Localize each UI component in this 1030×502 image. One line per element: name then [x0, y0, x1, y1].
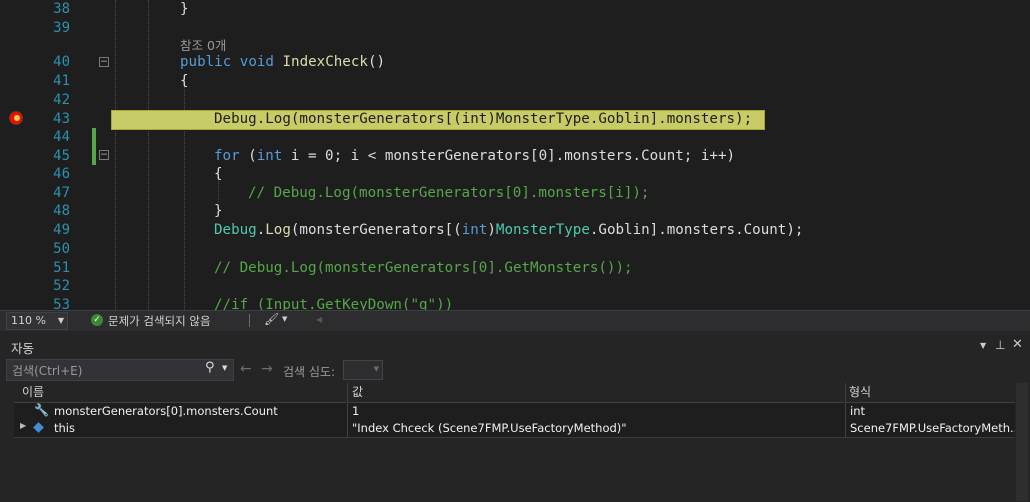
issues-status-text[interactable]: 문제가 검색되지 않음 [108, 313, 211, 329]
wrench-property-icon: 🔧 [34, 403, 49, 417]
line-number: 50 [53, 241, 70, 257]
indent-guide [148, 0, 149, 310]
search-depth-label: 검색 심도: [283, 365, 336, 379]
line-number: 52 [53, 278, 70, 294]
code-line-41[interactable]: { [180, 72, 189, 90]
line-number: 47 [53, 185, 70, 201]
line-number: 40 [53, 54, 70, 70]
code-line-46[interactable]: { [214, 165, 223, 183]
code-cleanup-brush-icon[interactable]: 🖌 [264, 312, 279, 326]
separator [249, 314, 250, 327]
code-line-48[interactable]: } [214, 202, 223, 220]
code-line-51[interactable]: // Debug.Log(monsterGenerators[0].GetMon… [214, 259, 633, 277]
search-input[interactable]: 검색(Ctrl+E) [12, 362, 82, 379]
check-circle-icon: ✓ [91, 314, 103, 326]
search-forward-arrow-icon[interactable]: → [261, 361, 273, 377]
change-marker [92, 128, 96, 165]
object-cube-icon [33, 422, 44, 433]
code-line-43[interactable]: Debug.Log(monsterGenerators[(int)Monster… [214, 110, 752, 128]
chevron-down-icon: ▼ [57, 316, 64, 325]
line-number: 48 [53, 203, 70, 219]
line-number: 38 [53, 1, 70, 17]
collapse-toggle-method[interactable]: − [99, 57, 109, 67]
row-value[interactable]: 1 [352, 403, 842, 419]
line-number: 53 [53, 297, 70, 310]
column-divider[interactable] [347, 383, 348, 438]
code-line-45[interactable]: for (int i = 0; i < monsterGenerators[0]… [214, 147, 735, 165]
search-back-arrow-icon[interactable]: ← [240, 361, 252, 377]
column-header-value[interactable]: 값 [347, 383, 844, 403]
chevron-down-icon: ▼ [373, 365, 379, 373]
row-type: int [850, 404, 865, 418]
line-number: 41 [53, 73, 70, 89]
line-number: 44 [53, 129, 70, 145]
chevron-down-icon[interactable]: ▼ [282, 315, 287, 323]
column-divider[interactable] [845, 383, 846, 438]
row-name: this [54, 421, 75, 435]
pin-icon[interactable]: ⊥ [995, 338, 1005, 352]
line-number: 46 [53, 166, 70, 182]
line-number: 51 [53, 260, 70, 276]
autos-title-bar: 자동 ▼ ⊥ ✕ [0, 335, 1030, 356]
search-depth-dropdown[interactable]: ▼ [343, 360, 383, 380]
row-type: Scene7FMP.UseFactoryMeth... [850, 421, 1015, 435]
expand-arrow-icon[interactable]: ▶ [20, 421, 26, 430]
column-header-name[interactable]: 이름 [14, 383, 346, 403]
row-value[interactable]: "Index Chceck (Scene7FMP.UseFactoryMetho… [352, 420, 842, 436]
column-header-type[interactable]: 형식 [845, 383, 1015, 403]
vertical-scrollbar[interactable] [1016, 383, 1028, 501]
dropdown-arrow-icon[interactable]: ▼ [980, 341, 986, 350]
scroll-left-icon[interactable]: ◀ [316, 315, 322, 324]
autos-window: 자동 ▼ ⊥ ✕ 검색(Ctrl+E) ⚲ ▼ ← → 검색 심도: ▼ 이름 … [0, 331, 1030, 502]
line-number: 49 [53, 222, 70, 238]
line-number: 45 [53, 148, 70, 164]
chevron-down-icon[interactable]: ▼ [222, 364, 227, 372]
search-box[interactable]: 검색(Ctrl+E) ⚲ ▼ [6, 359, 234, 381]
table-row[interactable]: 🔧 monsterGenerators[0].monsters.Count 1 … [14, 403, 1015, 421]
code-editor[interactable]: 38 39 40 41 42 43 44 45 46 47 48 49 50 51 52 53 − − } 참… [0, 0, 1030, 310]
code-line-49[interactable]: Debug.Log(monsterGenerators[(int)Monster… [214, 221, 803, 239]
code-line-38[interactable]: } [180, 0, 189, 18]
close-icon[interactable]: ✕ [1012, 337, 1023, 352]
search-icon[interactable]: ⚲ [205, 360, 215, 375]
indent-guide [115, 0, 116, 310]
code-line-53[interactable]: //if (Input.GetKeyDown("g")) [214, 296, 453, 310]
zoom-value: 110 % [11, 314, 46, 327]
code-line-40[interactable]: public void IndexCheck() [180, 53, 385, 71]
line-number: 39 [53, 20, 70, 36]
current-statement-arrow-icon [14, 115, 20, 121]
table-row[interactable]: ▶ this "Index Chceck (Scene7FMP.UseFacto… [14, 420, 1015, 438]
zoom-dropdown[interactable]: 110 % ▼ [6, 312, 68, 330]
line-number: 43 [53, 111, 70, 127]
row-name: monsterGenerators[0].monsters.Count [54, 404, 278, 418]
panel-title: 자동 [11, 341, 35, 356]
collapse-toggle-for[interactable]: − [99, 150, 109, 160]
line-number: 42 [53, 92, 70, 108]
editor-status-bar: 110 % ▼ ✓ 문제가 검색되지 않음 🖌 ▼ ◀ [0, 310, 1030, 331]
code-line-47[interactable]: // Debug.Log(monsterGenerators[0].monste… [248, 184, 649, 202]
